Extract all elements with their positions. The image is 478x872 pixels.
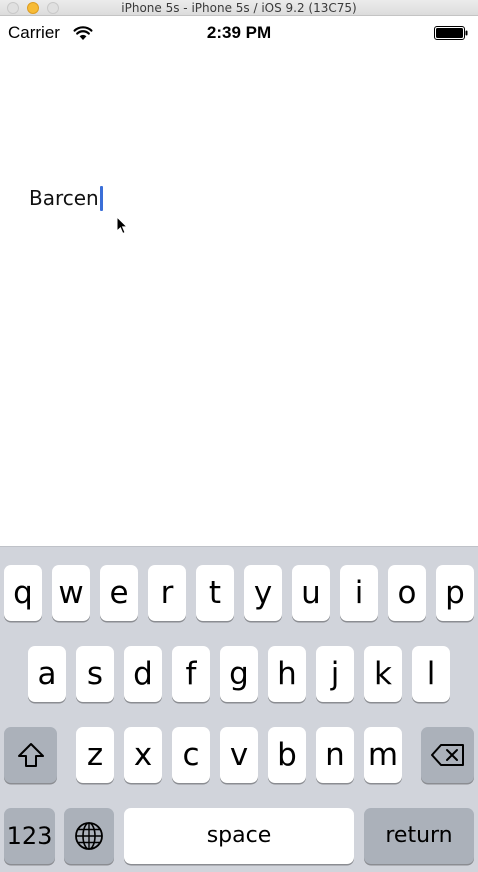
key-label: u: [301, 574, 321, 611]
key-i[interactable]: i: [340, 565, 378, 621]
key-o[interactable]: o: [388, 565, 426, 621]
key-j[interactable]: j: [316, 646, 354, 702]
battery-icon: [434, 26, 468, 40]
key-s[interactable]: s: [76, 646, 114, 702]
text-caret: [99, 185, 103, 211]
status-time: 2:39 PM: [206, 23, 272, 42]
key-label: w: [58, 574, 84, 611]
key-label: m: [367, 736, 399, 773]
key-label: k: [374, 655, 392, 692]
numbers-key-label: 123: [6, 822, 53, 850]
key-g[interactable]: g: [220, 646, 258, 702]
key-c[interactable]: c: [172, 727, 210, 783]
key-label: n: [325, 736, 345, 773]
key-label: b: [277, 736, 297, 773]
key-label: r: [160, 574, 174, 611]
software-keyboard: q w e r t y u i o p a s d f g h j k l z …: [0, 546, 478, 872]
key-label: f: [185, 655, 197, 692]
globe-key[interactable]: [64, 808, 114, 864]
key-label: i: [354, 574, 364, 611]
key-v[interactable]: v: [220, 727, 258, 783]
key-b[interactable]: b: [268, 727, 306, 783]
key-label: e: [109, 574, 129, 611]
key-label: v: [229, 736, 249, 773]
key-l[interactable]: l: [412, 646, 450, 702]
space-key[interactable]: space: [124, 808, 354, 864]
key-u[interactable]: u: [292, 565, 330, 621]
numbers-key[interactable]: 123: [4, 808, 55, 864]
key-label: l: [426, 655, 436, 692]
key-n[interactable]: n: [316, 727, 354, 783]
window-title-bar: iPhone 5s - iPhone 5s / iOS 9.2 (13C75): [0, 0, 478, 16]
simulator-window: iPhone 5s - iPhone 5s / iOS 9.2 (13C75) …: [0, 0, 478, 872]
status-bar: Carrier 2:39 PM: [0, 16, 478, 50]
text-input-value: Barcen: [29, 186, 99, 210]
key-e[interactable]: e: [100, 565, 138, 621]
shift-key[interactable]: [4, 727, 57, 783]
key-y[interactable]: y: [244, 565, 282, 621]
key-x[interactable]: x: [124, 727, 162, 783]
key-label: p: [445, 574, 465, 611]
return-key[interactable]: return: [364, 808, 474, 864]
key-label: d: [133, 655, 153, 692]
key-f[interactable]: f: [172, 646, 210, 702]
key-label: j: [330, 655, 340, 692]
text-input-field[interactable]: Barcen: [29, 184, 103, 212]
mouse-pointer-icon: [116, 216, 129, 235]
key-z[interactable]: z: [76, 727, 114, 783]
space-key-label: space: [206, 823, 272, 848]
key-h[interactable]: h: [268, 646, 306, 702]
key-label: t: [208, 574, 222, 611]
key-q[interactable]: q: [4, 565, 42, 621]
delete-key[interactable]: [421, 727, 474, 783]
key-label: x: [133, 736, 153, 773]
window-title: iPhone 5s - iPhone 5s / iOS 9.2 (13C75): [121, 1, 357, 15]
key-p[interactable]: p: [436, 565, 474, 621]
key-label: q: [13, 574, 33, 611]
key-label: s: [86, 655, 104, 692]
key-label: y: [253, 574, 273, 611]
key-w[interactable]: w: [52, 565, 90, 621]
key-label: h: [277, 655, 297, 692]
shift-icon: [17, 743, 44, 767]
key-r[interactable]: r: [148, 565, 186, 621]
key-d[interactable]: d: [124, 646, 162, 702]
key-m[interactable]: m: [364, 727, 402, 783]
key-label: g: [229, 655, 249, 692]
key-a[interactable]: a: [28, 646, 66, 702]
return-key-label: return: [385, 823, 453, 848]
globe-icon: [75, 822, 103, 850]
key-label: o: [397, 574, 417, 611]
key-label: c: [182, 736, 200, 773]
key-label: a: [37, 655, 57, 692]
key-label: z: [86, 736, 104, 773]
key-t[interactable]: t: [196, 565, 234, 621]
key-k[interactable]: k: [364, 646, 402, 702]
delete-backspace-icon: [430, 744, 464, 766]
